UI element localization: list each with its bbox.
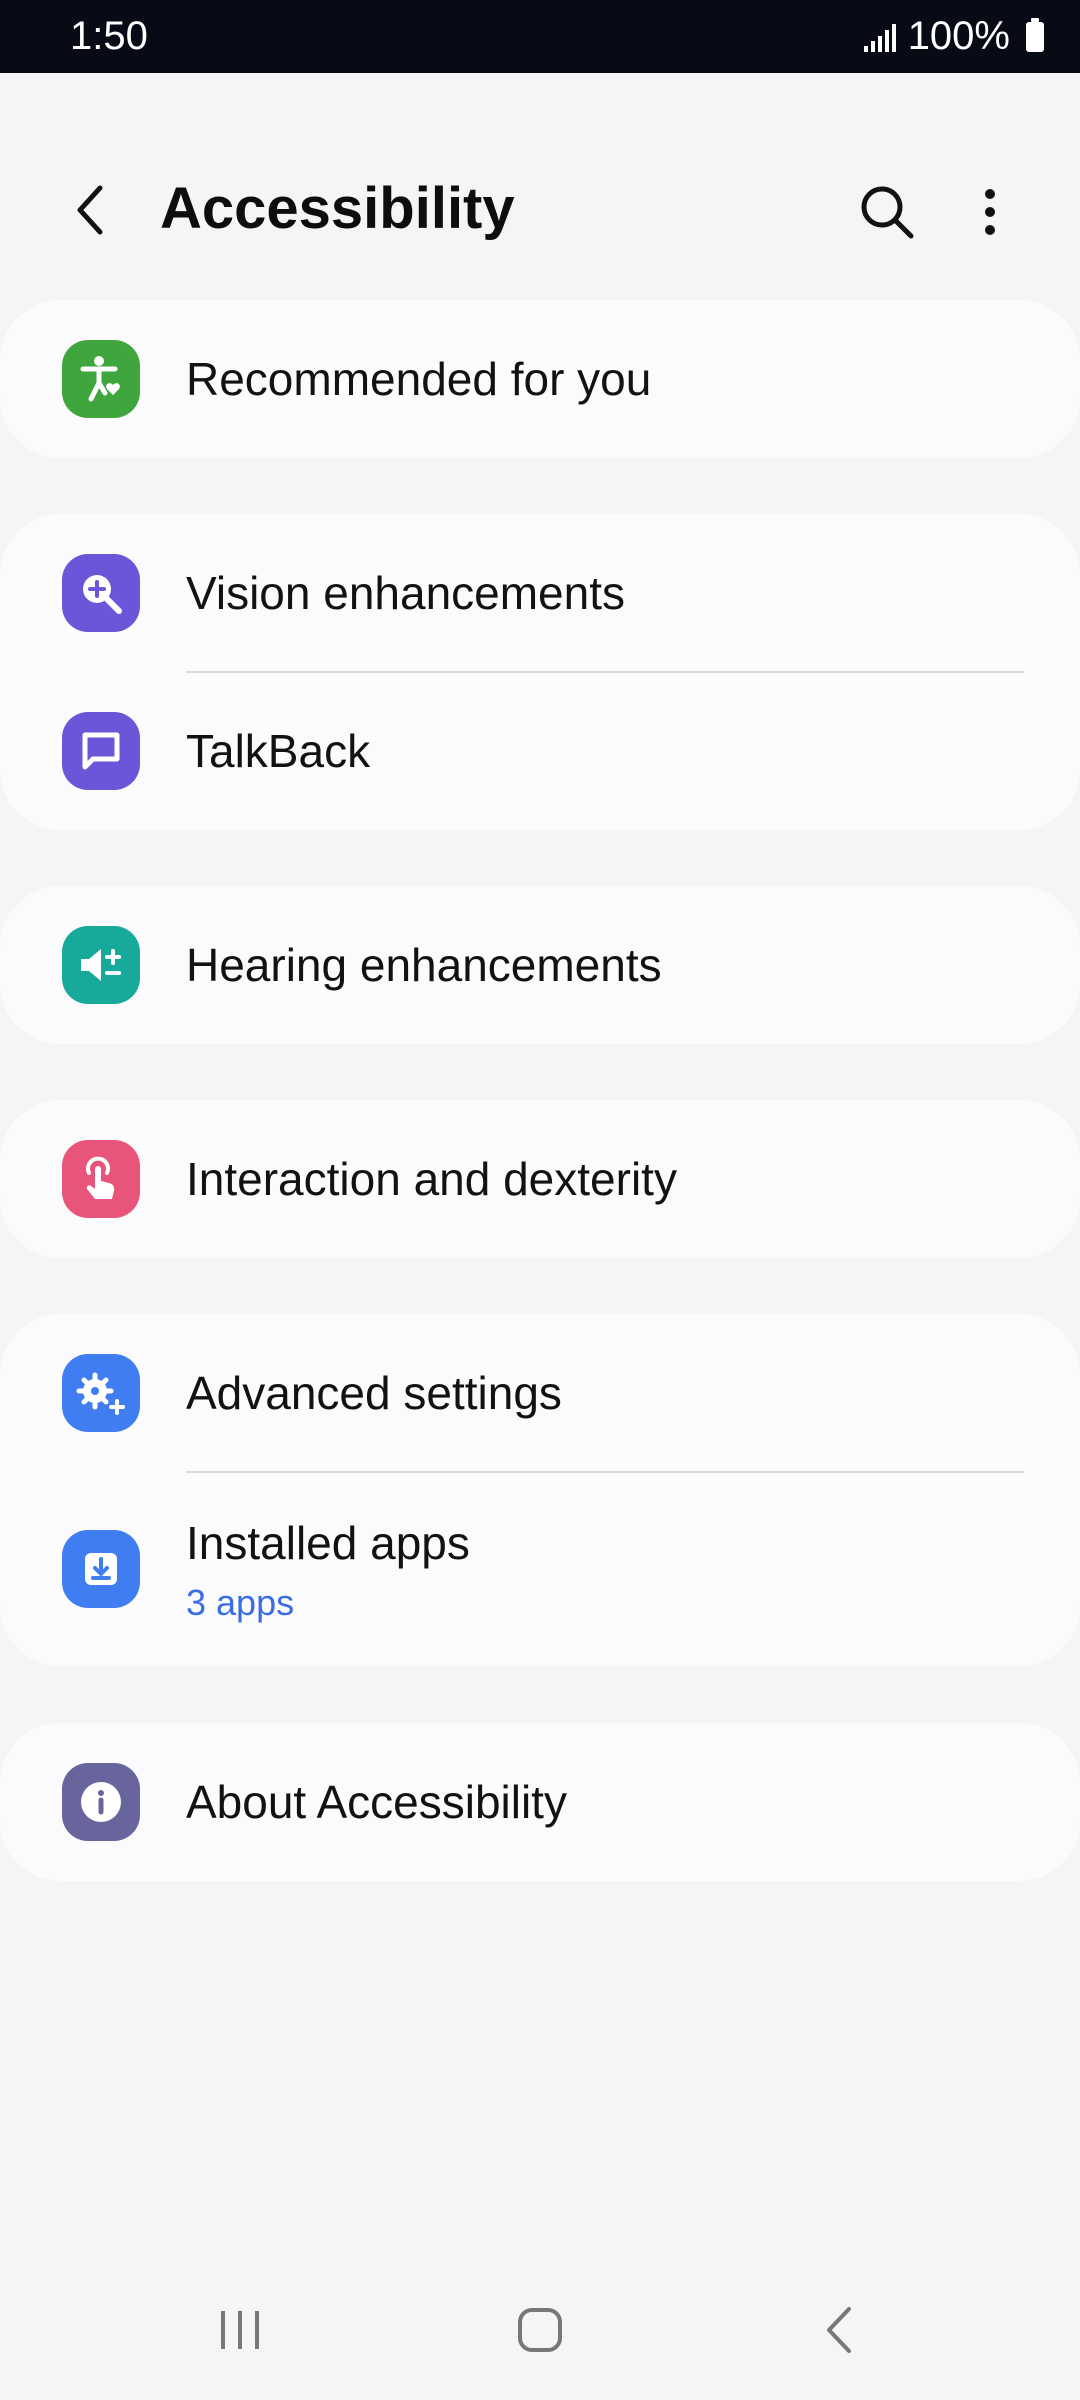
- card-about: About Accessibility: [0, 1723, 1080, 1881]
- system-nav-bar: [0, 2280, 1080, 2380]
- back-arrow-icon: [827, 2307, 851, 2353]
- menu-item-talkback[interactable]: TalkBack: [0, 672, 1080, 830]
- status-time: 1:50: [70, 14, 148, 58]
- info-icon: [62, 1763, 140, 1841]
- menu-item-label: Vision enhancements: [186, 567, 625, 619]
- card-hearing: Hearing enhancements: [0, 886, 1080, 1044]
- gears-plus-icon: [62, 1354, 140, 1432]
- chevron-left-icon: [77, 185, 103, 235]
- status-icons: 100%: [863, 14, 1044, 59]
- card-interaction: Interaction and dexterity: [0, 1100, 1080, 1258]
- app-header: Accessibility: [0, 150, 1080, 270]
- recent-apps-icon: [221, 2311, 259, 2349]
- menu-item-hearing-enhancements[interactable]: Hearing enhancements: [0, 886, 1080, 1044]
- speech-bubble-icon: [62, 712, 140, 790]
- speaker-plus-minus-icon: [62, 926, 140, 1004]
- magnifier-plus-icon: [62, 554, 140, 632]
- battery-icon: [1026, 17, 1044, 52]
- card-advanced: Advanced settings Installed apps 3 apps: [0, 1314, 1080, 1666]
- status-bar: 1:50 100%: [0, 0, 1080, 73]
- signal-icon: [863, 22, 896, 52]
- menu-item-about-accessibility[interactable]: About Accessibility: [0, 1723, 1080, 1881]
- more-vert-icon: [985, 189, 995, 235]
- menu-item-label: Recommended for you: [186, 353, 652, 405]
- menu-item-label: About Accessibility: [186, 1776, 567, 1828]
- menu-item-interaction-dexterity[interactable]: Interaction and dexterity: [0, 1100, 1080, 1258]
- search-button[interactable]: [855, 180, 919, 244]
- home-icon: [518, 2308, 562, 2352]
- menu-item-label: Advanced settings: [186, 1367, 562, 1419]
- back-button[interactable]: [60, 180, 120, 240]
- battery-percent: 100%: [907, 14, 1010, 58]
- card-vision: Vision enhancements TalkBack: [0, 514, 1080, 830]
- recent-apps-button[interactable]: [210, 2300, 270, 2360]
- page-title: Accessibility: [160, 176, 515, 241]
- menu-item-label: Installed apps: [186, 1517, 470, 1569]
- download-icon: [62, 1530, 140, 1608]
- menu-item-vision-enhancements[interactable]: Vision enhancements: [0, 514, 1080, 672]
- search-icon: [861, 186, 914, 239]
- nav-back-button[interactable]: [810, 2300, 870, 2360]
- touch-hand-icon: [62, 1140, 140, 1218]
- menu-item-advanced-settings[interactable]: Advanced settings: [0, 1314, 1080, 1472]
- menu-item-label: Interaction and dexterity: [186, 1153, 677, 1205]
- home-button[interactable]: [510, 2300, 570, 2360]
- menu-item-label: TalkBack: [186, 725, 371, 777]
- accessibility-person-icon: [62, 340, 140, 418]
- menu-item-sublabel: 3 apps: [186, 1582, 295, 1623]
- card-recommended: Recommended for you: [0, 300, 1080, 458]
- menu-item-installed-apps[interactable]: Installed apps 3 apps: [0, 1472, 1080, 1666]
- more-options-button[interactable]: [960, 180, 1020, 244]
- menu-item-label: Hearing enhancements: [186, 939, 662, 991]
- menu-item-recommended[interactable]: Recommended for you: [0, 300, 1080, 458]
